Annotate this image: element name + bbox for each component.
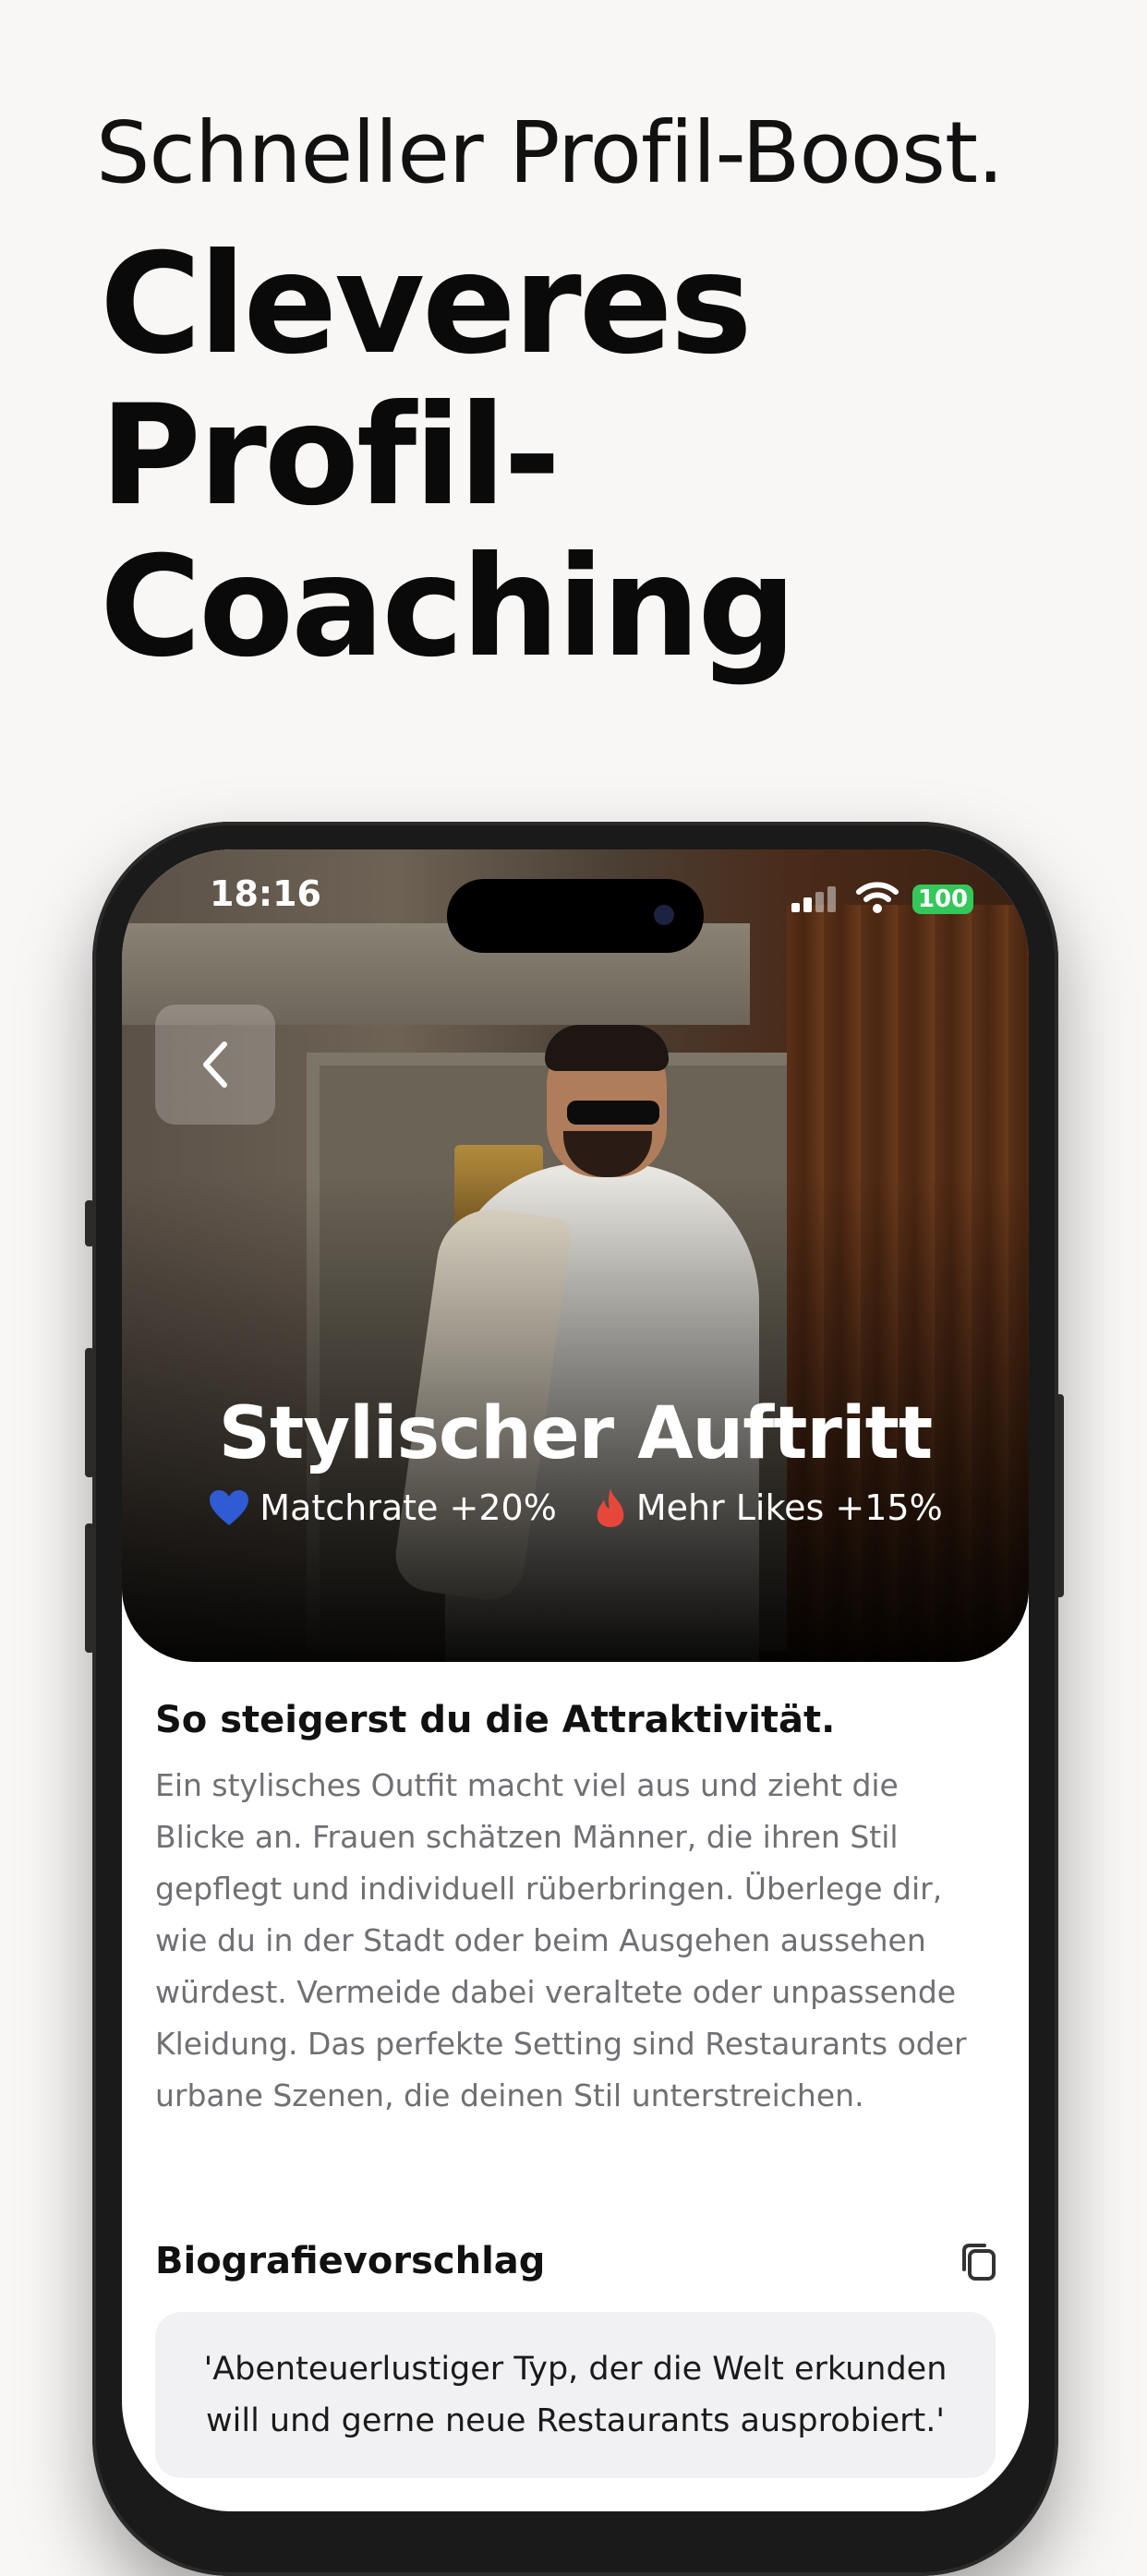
headline-title: Cleveres Profil- Coaching: [100, 224, 797, 688]
headline-line-2: Profil-: [100, 376, 561, 536]
copy-icon[interactable]: [959, 2242, 999, 2282]
hero-title: Stylischer Auftritt: [218, 1392, 933, 1475]
hero-gradient-overlay: [122, 849, 1029, 1662]
headline-line-1: Cleveres: [100, 224, 753, 385]
stat-matchrate-label: Matchrate +20%: [260, 1487, 557, 1528]
battery-indicator: 100: [912, 885, 973, 914]
phone-volume-down: [85, 1523, 94, 1653]
section-title: So steigerst du die Attraktivität.: [155, 1699, 836, 1741]
camera-icon: [654, 905, 674, 925]
phone-side-button: [85, 1200, 94, 1246]
heart-icon: [210, 1490, 249, 1525]
hero-image: 18:16 100 Stylischer Auftritt Matchrate …: [122, 849, 1029, 1662]
hero-stats: Matchrate +20% Mehr Likes +15%: [122, 1487, 1029, 1529]
chevron-left-icon: [203, 1041, 227, 1088]
back-button[interactable]: [155, 1005, 275, 1125]
stat-likes-label: Mehr Likes +15%: [635, 1487, 943, 1528]
cellular-signal-icon: [791, 886, 836, 912]
stat-matchrate: Matchrate +20%: [208, 1487, 557, 1529]
wifi-icon: [856, 882, 899, 913]
headline-subtitle: Schneller Profil-Boost.: [96, 103, 1004, 202]
status-time: 18:16: [210, 873, 321, 914]
description-text: Ein stylisches Outfit macht viel aus und…: [155, 1767, 967, 2113]
headline-line-3: Coaching: [100, 527, 797, 688]
phone-power-button: [1055, 1394, 1064, 1597]
bio-title: Biografievorschlag: [155, 2240, 546, 2282]
phone-volume-up: [85, 1348, 94, 1477]
stat-likes: Mehr Likes +15%: [594, 1487, 943, 1529]
phone-screen: 18:16 100 Stylischer Auftritt Matchrate …: [122, 849, 1029, 2511]
bio-suggestion[interactable]: 'Abenteuerlustiger Typ, der die Welt erk…: [155, 2312, 996, 2478]
flame-icon: [597, 1488, 624, 1527]
